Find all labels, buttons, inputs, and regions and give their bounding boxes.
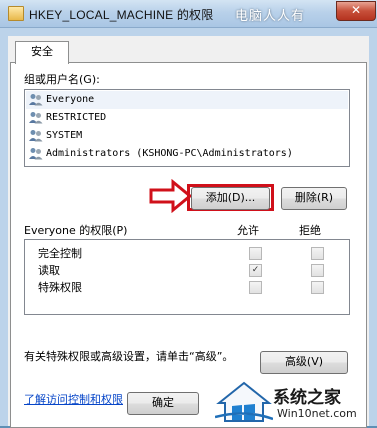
permissions-table: 完全控制 读取 ✓ 特殊权限 <box>24 239 350 315</box>
watermark-text: 电脑人人有 <box>235 9 306 24</box>
house-logo-icon <box>215 381 273 422</box>
user-name: Everyone <box>46 94 95 105</box>
permissions-label: Everyone 的权限(P) <box>24 224 128 237</box>
dialog-panel: 安全 组或用户名(G): Everyone RESTRICTED SYSTEM … <box>8 36 369 428</box>
folder-icon <box>8 6 24 21</box>
remove-button[interactable]: 删除(R) <box>281 187 347 210</box>
deny-checkbox[interactable] <box>311 264 324 277</box>
permission-name: 特殊权限 <box>38 281 82 294</box>
user-group-icon <box>29 111 43 124</box>
watermark-brand: 系统之家 <box>273 388 341 408</box>
add-button[interactable]: 添加(D)... <box>191 187 270 210</box>
list-item[interactable]: SYSTEM <box>29 127 82 144</box>
window-title: HKEY_LOCAL_MACHINE 的权限 <box>29 8 214 22</box>
tab-security[interactable]: 安全 <box>15 41 69 64</box>
advanced-button[interactable]: 高级(V) <box>260 351 348 374</box>
ok-button[interactable]: 确定 <box>127 392 199 415</box>
deny-header: 拒绝 <box>299 224 321 237</box>
permission-name: 完全控制 <box>38 247 82 260</box>
user-name: RESTRICTED <box>46 112 107 123</box>
allow-header: 允许 <box>237 224 259 237</box>
advanced-hint: 有关特殊权限或高级设置，请单击“高级”。 <box>24 350 234 363</box>
group-user-label: 组或用户名(G): <box>24 73 100 86</box>
close-button[interactable]: ✕ <box>336 1 376 21</box>
user-name: Administrators (KSHONG-PC\Administrators… <box>46 148 293 159</box>
list-item[interactable]: Everyone <box>29 91 94 108</box>
window-frame: 安全 组或用户名(G): Everyone RESTRICTED SYSTEM … <box>0 28 377 428</box>
list-item[interactable]: RESTRICTED <box>29 109 106 126</box>
list-item[interactable]: Administrators (KSHONG-PC\Administrators… <box>29 145 293 162</box>
title-bar: HKEY_LOCAL_MACHINE 的权限 电脑人人有 ✕ <box>0 0 377 28</box>
user-group-icon <box>29 129 43 142</box>
allow-checkbox[interactable] <box>249 281 262 294</box>
watermark-logo: 系统之家 Win10net.com <box>213 378 377 426</box>
allow-checkbox[interactable]: ✓ <box>249 264 262 277</box>
user-list[interactable]: Everyone RESTRICTED SYSTEM Administrator… <box>24 89 350 167</box>
permission-name: 读取 <box>38 264 60 277</box>
user-name: SYSTEM <box>46 130 83 141</box>
deny-checkbox[interactable] <box>311 281 324 294</box>
watermark-url: Win10net.com <box>277 407 357 420</box>
user-group-icon <box>29 147 43 160</box>
deny-checkbox[interactable] <box>311 247 324 260</box>
user-group-icon <box>29 93 43 106</box>
allow-checkbox[interactable] <box>249 247 262 260</box>
security-tab-page: 组或用户名(G): Everyone RESTRICTED SYSTEM Adm… <box>10 62 367 428</box>
access-control-link[interactable]: 了解访问控制和权限 <box>24 391 123 407</box>
